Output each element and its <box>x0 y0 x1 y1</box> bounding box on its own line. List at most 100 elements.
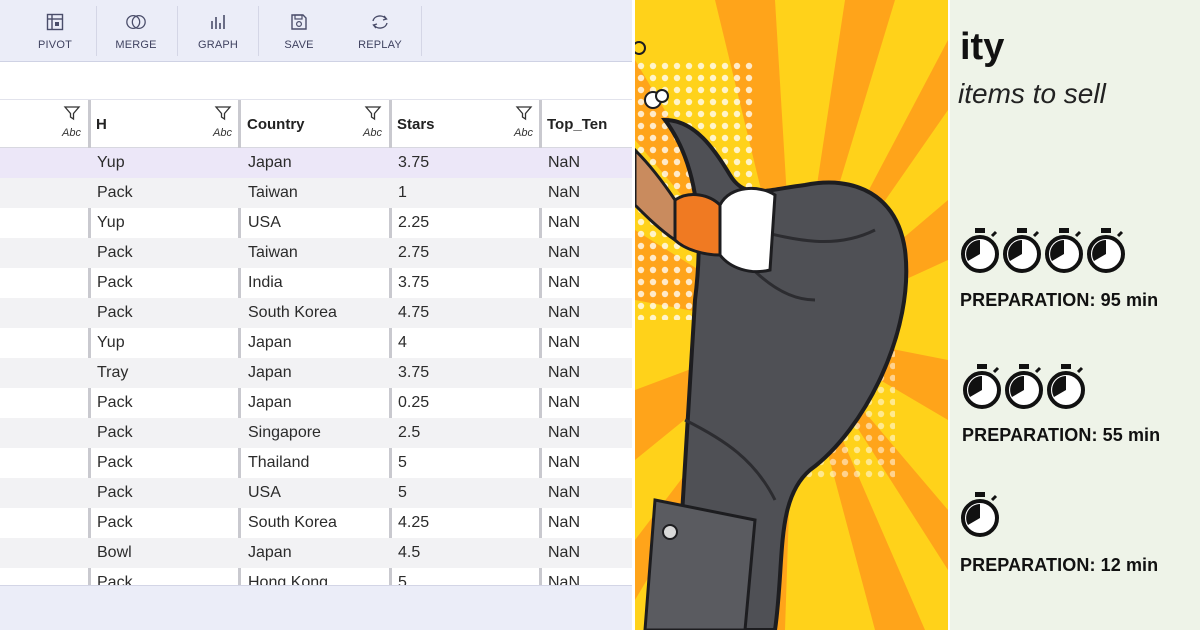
table-cell[interactable]: South Korea <box>248 304 337 322</box>
table-cell[interactable]: Hong Kong <box>248 574 328 585</box>
table-row[interactable]: Yup Japan 3.75 NaN <box>0 148 632 178</box>
table-cell[interactable]: NaN <box>548 184 580 202</box>
table-cell[interactable]: Japan <box>248 394 292 412</box>
table-cell[interactable]: 0.25 <box>398 394 429 412</box>
save-label: SAVE <box>284 39 314 51</box>
pivot-button[interactable]: PIVOT <box>20 0 90 62</box>
table-row[interactable]: Pack South Korea 4.75 NaN <box>0 298 632 328</box>
stopwatch-icon <box>1086 226 1126 281</box>
table-cell[interactable]: NaN <box>548 514 580 532</box>
preparation-label: PREPARATION: 95 min <box>960 290 1159 310</box>
table-cell[interactable]: Thailand <box>248 454 309 472</box>
table-cell[interactable]: 2.5 <box>398 424 420 442</box>
table-cell[interactable]: Yup <box>97 154 125 172</box>
table-cell[interactable]: 3.75 <box>398 274 429 292</box>
table-row[interactable]: Pack Taiwan 2.75 NaN <box>0 238 632 268</box>
table-cell[interactable]: Japan <box>248 544 292 562</box>
table-cell[interactable]: NaN <box>548 274 580 292</box>
table-row[interactable]: Tray Japan 3.75 NaN <box>0 358 632 388</box>
table-cell[interactable]: NaN <box>548 364 580 382</box>
table-cell[interactable]: India <box>248 274 283 292</box>
column-header-top-ten[interactable]: Top_Ten <box>547 116 607 133</box>
table-cell[interactable]: Pack <box>97 454 133 472</box>
table-cell[interactable]: 5 <box>398 484 407 502</box>
filter-icon[interactable] <box>514 104 534 127</box>
table-cell[interactable]: South Korea <box>248 514 337 532</box>
table-cell[interactable]: Pack <box>97 394 133 412</box>
table-cell[interactable]: Japan <box>248 154 292 172</box>
table-cell[interactable]: Japan <box>248 364 292 382</box>
column-header-h[interactable]: H <box>96 116 107 133</box>
table-cell[interactable]: 5 <box>398 574 407 585</box>
table-cell[interactable]: NaN <box>548 214 580 232</box>
filter-icon[interactable] <box>213 104 233 127</box>
filter-icon[interactable] <box>363 104 383 127</box>
column-header-country[interactable]: Country <box>247 116 305 133</box>
table-cell[interactable]: Singapore <box>248 424 321 442</box>
filter-bar[interactable] <box>0 62 632 100</box>
table-cell[interactable]: NaN <box>548 424 580 442</box>
table-cell[interactable]: 4.5 <box>398 544 420 562</box>
table-row[interactable]: Pack India 3.75 NaN <box>0 268 632 298</box>
graph-button[interactable]: GRAPH <box>182 0 254 62</box>
table-cell[interactable]: NaN <box>548 334 580 352</box>
table-cell[interactable]: 4 <box>398 334 407 352</box>
table-row[interactable]: Pack Hong Kong 5 NaN <box>0 568 632 585</box>
table-cell[interactable]: USA <box>248 484 281 502</box>
table-cell[interactable]: 3.75 <box>398 364 429 382</box>
table-cell[interactable]: NaN <box>548 544 580 562</box>
table-cell[interactable]: Tray <box>97 364 128 382</box>
table-cell[interactable]: NaN <box>548 394 580 412</box>
stopwatch-icon <box>1046 362 1086 417</box>
stopwatch-icon <box>960 226 1000 281</box>
table-cell[interactable]: 1 <box>398 184 407 202</box>
table-cell[interactable]: Pack <box>97 184 133 202</box>
table-row[interactable]: Yup Japan 4 NaN <box>0 328 632 358</box>
table-cell[interactable]: 2.75 <box>398 244 429 262</box>
table-row[interactable]: Pack Singapore 2.5 NaN <box>0 418 632 448</box>
table-cell[interactable]: Pack <box>97 304 133 322</box>
table-cell[interactable]: 2.25 <box>398 214 429 232</box>
table-row[interactable]: Pack Taiwan 1 NaN <box>0 178 632 208</box>
table-cell[interactable]: Japan <box>248 334 292 352</box>
panel-subtitle: items to sell <box>958 78 1106 109</box>
table-row[interactable]: Pack USA 5 NaN <box>0 478 632 508</box>
table-cell[interactable]: 3.75 <box>398 154 429 172</box>
table-row[interactable]: Pack Thailand 5 NaN <box>0 448 632 478</box>
stopwatch-icon <box>962 362 1002 417</box>
filter-icon[interactable] <box>62 104 82 127</box>
table-cell[interactable]: Bowl <box>97 544 132 562</box>
table-cell[interactable]: Yup <box>97 334 125 352</box>
table-cell[interactable]: Pack <box>97 514 133 532</box>
merge-icon <box>125 11 147 33</box>
table-row[interactable]: Bowl Japan 4.5 NaN <box>0 538 632 568</box>
replay-button[interactable]: REPLAY <box>340 0 420 62</box>
pivot-label: PIVOT <box>37 39 72 51</box>
table-cell[interactable]: NaN <box>548 154 580 172</box>
table-row[interactable]: Pack Japan 0.25 NaN <box>0 388 632 418</box>
graph-label: GRAPH <box>197 39 239 51</box>
table-cell[interactable]: Pack <box>97 244 133 262</box>
table-row[interactable]: Yup USA 2.25 NaN <box>0 208 632 238</box>
table-cell[interactable]: NaN <box>548 454 580 472</box>
table-cell[interactable]: NaN <box>548 484 580 502</box>
table-cell[interactable]: 4.25 <box>398 514 429 532</box>
table-cell[interactable]: Pack <box>97 424 133 442</box>
table-cell[interactable]: Yup <box>97 214 125 232</box>
table-cell[interactable]: Pack <box>97 484 133 502</box>
table-cell[interactable]: NaN <box>548 574 580 585</box>
table-cell[interactable]: USA <box>248 214 281 232</box>
table-cell[interactable]: Taiwan <box>248 184 298 202</box>
table-cell[interactable]: Pack <box>97 274 133 292</box>
table-cell[interactable]: 4.75 <box>398 304 429 322</box>
table-cell[interactable]: Pack <box>97 574 133 585</box>
table-row[interactable]: Pack South Korea 4.25 NaN <box>0 508 632 538</box>
save-button[interactable]: SAVE <box>263 0 335 62</box>
column-header-stars[interactable]: Stars <box>397 116 435 133</box>
table-cell[interactable]: NaN <box>548 304 580 322</box>
merge-button[interactable]: MERGE <box>100 0 172 62</box>
table-cell[interactable]: Taiwan <box>248 244 298 262</box>
table-cell[interactable]: 5 <box>398 454 407 472</box>
table-cell[interactable]: NaN <box>548 244 580 262</box>
timer-group <box>962 362 1086 417</box>
